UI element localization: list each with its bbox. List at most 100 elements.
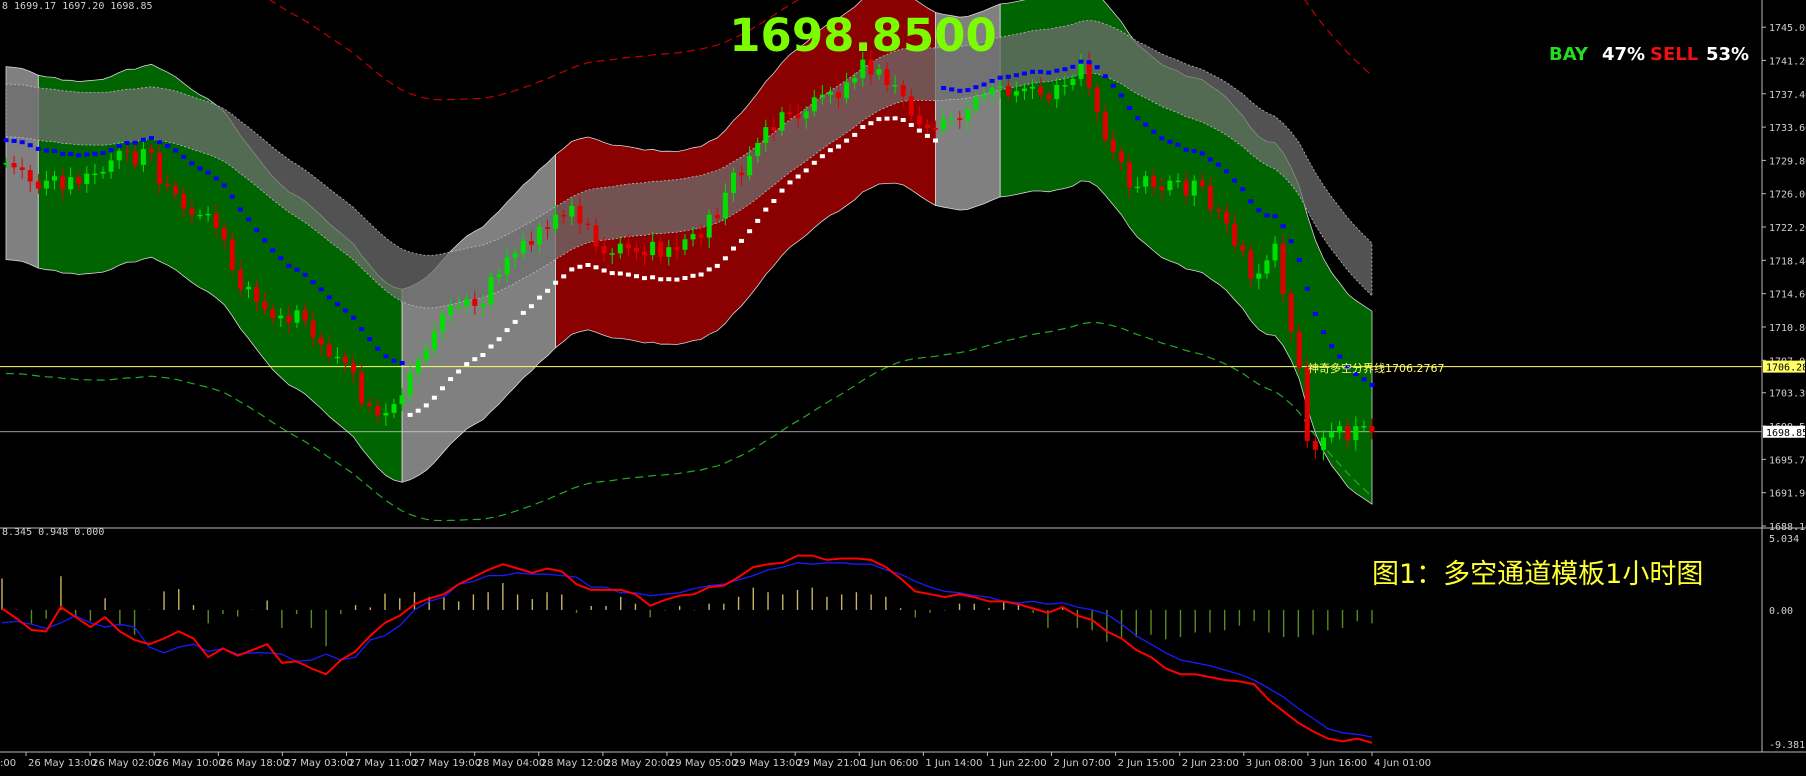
trend-dot-7 [60,151,66,156]
trend-dot-86 [698,272,704,277]
trend-dot-152 [1232,178,1238,183]
trend-dot-139 [1127,106,1132,111]
trend-dot-116 [941,86,947,90]
trend-dot-31 [254,228,260,233]
time-tick-label-13: 1 Jun 06:00 [861,758,918,769]
candle-body-130 [1054,85,1060,99]
trend-dot-54 [440,386,445,391]
price-tick-label-13: 1695.70 [1769,455,1806,466]
candle-body-140 [1135,186,1141,189]
candle-body-58 [472,298,478,306]
trend-dot-147 [1191,149,1197,154]
candle-body-147 [1191,180,1197,196]
price-marker-label-0: 1706.28 [1766,363,1806,374]
candle-body-105 [852,78,858,83]
trend-dot-77 [625,272,631,277]
trend-dot-142 [1151,129,1157,134]
candle-body-22 [181,193,187,209]
trend-dot-37 [302,272,308,277]
candle-body-158 [1280,243,1286,294]
candle-body-33 [270,309,276,319]
candle-body-118 [957,118,963,121]
trend-dot-66 [537,295,542,300]
price-tick-label-0: 1745.00 [1769,23,1806,34]
ohlc-header: 8 1699.17 1697.20 1698.85 [2,1,153,12]
trend-dot-28 [229,194,235,199]
trend-dot-6 [52,149,57,153]
candle-body-2 [19,167,25,170]
candle-body-114 [924,124,930,128]
trend-dot-25 [205,170,211,175]
candle-body-125 [1013,91,1019,96]
trend-dot-144 [1167,139,1173,144]
trend-dot-129 [1046,70,1052,75]
candle-body-12 [100,171,106,174]
bay-label: BAY [1549,44,1589,65]
trend-dot-151 [1224,169,1229,174]
trend-dot-92 [747,229,753,234]
trend-dot-140 [1135,116,1141,121]
candle-body-164 [1329,432,1335,438]
candle-body-14 [116,150,122,161]
trend-dot-101 [819,154,825,159]
trend-dot-115 [933,138,938,143]
candle-body-143 [1159,186,1165,191]
candle-body-63 [512,253,518,258]
trend-dot-9 [76,153,82,158]
price-tick-label-15: 1688.10 [1769,522,1806,533]
chart-canvas[interactable]: 1745.00 1741.20 1737.40 1733.60 1729.80 1726.… [0,0,1806,776]
trend-dot-40 [326,295,332,300]
candle-body-77 [625,243,631,249]
candle-body-163 [1321,437,1326,450]
sell-label: SELL [1650,44,1698,65]
trend-dot-59 [480,353,486,357]
trend-dot-117 [949,87,955,92]
candle-body-112 [908,96,914,116]
candle-body-57 [464,298,470,306]
signal-line-blue [1,562,1373,738]
trend-dot-11 [92,151,98,156]
trend-dot-26 [213,176,219,181]
trend-dot-15 [124,141,130,145]
trend-dot-1 [11,139,17,143]
trend-dot-160 [1296,258,1302,262]
candle-body-32 [262,301,268,310]
time-tick-label-4: 27 May 03:00 [284,758,353,769]
trend-dot-121 [981,82,987,87]
trend-dot-78 [634,274,639,279]
candle-body-97 [787,112,793,114]
trend-dot-136 [1102,74,1108,79]
trend-dot-107 [868,121,874,126]
trend-dot-145 [1175,142,1181,147]
trend-dot-51 [415,408,421,413]
trend-dot-43 [351,315,357,320]
trend-dot-133 [1078,59,1084,64]
trend-dot-41 [334,302,340,307]
trend-dot-122 [989,78,995,83]
candle-body-148 [1199,180,1205,186]
candle-body-157 [1272,243,1278,261]
trend-dot-119 [965,88,971,93]
candle-body-129 [1046,94,1052,100]
trend-dot-98 [795,174,801,179]
trend-dot-17 [140,137,146,142]
price-tick-label-2: 1737.40 [1769,90,1806,101]
candle-body-83 [674,247,680,250]
candle-body-5 [43,180,49,189]
candle-body-155 [1256,273,1262,279]
candle-body-38 [310,320,316,338]
trend-dot-148 [1199,151,1205,156]
candle-body-54 [440,314,445,332]
candle-body-16 [132,151,138,165]
trend-dot-162 [1312,311,1318,316]
candle-body-119 [965,109,971,121]
trend-dot-60 [488,344,494,349]
trend-dot-27 [221,183,227,188]
candle-body-122 [989,87,995,95]
candle-body-82 [666,247,672,257]
candle-body-53 [431,331,437,350]
candle-body-115 [933,128,938,130]
indicator-header: 8.345 0.948 0.000 [2,527,104,538]
candle-body-49 [399,395,405,405]
candle-body-67 [545,227,551,229]
